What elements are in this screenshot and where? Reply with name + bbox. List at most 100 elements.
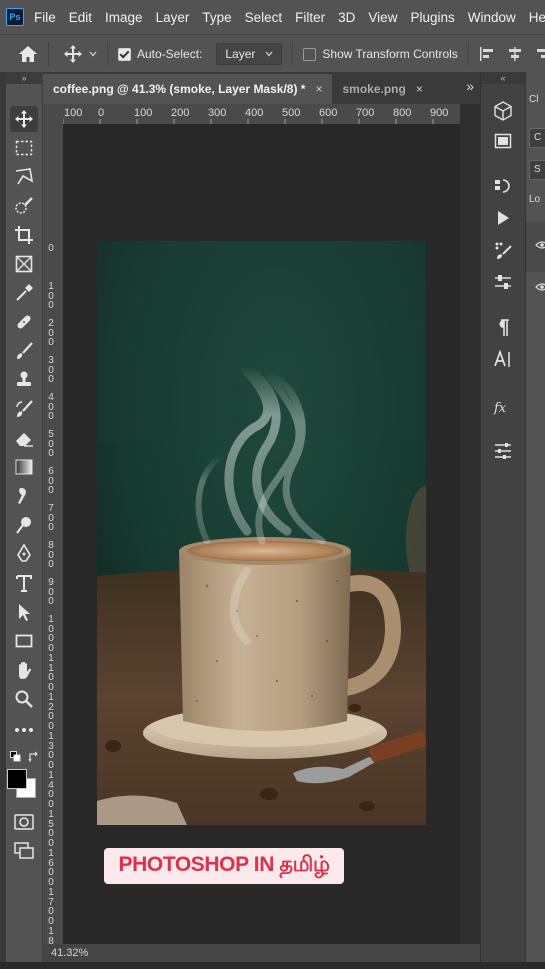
- pen-tool[interactable]: [10, 541, 38, 567]
- photoshop-logo-icon[interactable]: Ps: [6, 8, 24, 26]
- channels-panel-button[interactable]: [489, 128, 517, 154]
- menu-layer[interactable]: Layer: [156, 10, 190, 25]
- coffee-image[interactable]: [97, 241, 426, 825]
- coffee-cup-photo: [97, 241, 426, 825]
- menu-type[interactable]: Type: [202, 10, 231, 25]
- ruler-tick-label: 2 0 0: [48, 318, 54, 348]
- marquee-tool[interactable]: [10, 135, 38, 161]
- close-icon[interactable]: ×: [315, 82, 322, 96]
- quick-selection-tool[interactable]: [10, 193, 38, 219]
- tab-title: coffee.png @ 41.3% (smoke, Layer Mask/8)…: [53, 82, 306, 96]
- ruler-origin[interactable]: [43, 104, 63, 124]
- menu-filter[interactable]: Filter: [295, 10, 325, 25]
- adjustments-panel-button[interactable]: [489, 438, 517, 464]
- tab-coffee[interactable]: coffee.png @ 41.3% (smoke, Layer Mask/8)…: [43, 74, 333, 104]
- menu-3d[interactable]: 3D: [338, 10, 355, 25]
- eraser-tool[interactable]: [10, 425, 38, 451]
- rectangle-icon: [15, 634, 33, 648]
- horizontal-ruler[interactable]: 100 0 100 200 300 400 500 600 700 800 90…: [63, 104, 460, 125]
- menu-edit[interactable]: Edit: [69, 10, 92, 25]
- close-icon[interactable]: ×: [416, 82, 423, 96]
- smudge-tool[interactable]: [10, 483, 38, 509]
- layer-row[interactable]: [526, 222, 545, 272]
- panel-search-field[interactable]: C: [529, 128, 545, 148]
- tools-panel: »: [6, 72, 43, 969]
- layer-row[interactable]: [526, 272, 545, 302]
- menu-help[interactable]: Help: [529, 10, 545, 25]
- menu-plugins[interactable]: Plugins: [410, 10, 454, 25]
- crop-tool[interactable]: [10, 222, 38, 248]
- character-icon: [494, 350, 510, 367]
- polygonal-lasso-icon: [15, 168, 34, 185]
- home-button[interactable]: [18, 45, 38, 63]
- menu-file[interactable]: File: [34, 10, 56, 25]
- move-tool-preset[interactable]: [63, 44, 97, 64]
- auto-select-target-dropdown[interactable]: Layer: [216, 43, 283, 65]
- default-colors-icon[interactable]: [10, 750, 22, 768]
- character-panel-button[interactable]: [489, 346, 517, 372]
- swap-colors-icon[interactable]: [28, 750, 40, 768]
- layers-panel: Cl C S Lo: [525, 72, 545, 969]
- dodge-tool[interactable]: [10, 512, 38, 538]
- quick-mask-button[interactable]: [10, 809, 38, 835]
- quick-selection-icon: [15, 197, 33, 214]
- history-brush-tool[interactable]: [10, 396, 38, 422]
- auto-select-checkbox[interactable]: [118, 47, 131, 61]
- lasso-tool[interactable]: [10, 164, 38, 190]
- history-brush-icon: [16, 400, 33, 417]
- screen-mode-button[interactable]: [10, 838, 38, 864]
- align-center-icon[interactable]: [507, 46, 523, 62]
- rectangle-tool[interactable]: [10, 628, 38, 654]
- gradient-tool[interactable]: [10, 454, 38, 480]
- ruler-tick-label: 9 0 0: [48, 577, 54, 607]
- hand-tool[interactable]: [10, 657, 38, 683]
- menu-window[interactable]: Window: [468, 10, 516, 25]
- zoom-tool[interactable]: [10, 686, 38, 712]
- chevron-down-icon: [265, 51, 273, 57]
- ruler-tick-label: 5 0 0: [48, 429, 54, 459]
- move-tool[interactable]: [10, 106, 38, 132]
- ruler-tick-label: 1 4 0 0: [48, 770, 54, 810]
- actions-panel-button[interactable]: [489, 205, 517, 231]
- tabs-overflow-icon[interactable]: »: [466, 78, 474, 94]
- ruler-tick-label: 900: [430, 107, 449, 119]
- type-tool[interactable]: [10, 570, 38, 596]
- properties-panel-button[interactable]: [489, 269, 517, 295]
- blend-mode-dropdown[interactable]: S: [529, 160, 545, 180]
- align-left-icon[interactable]: [479, 46, 495, 62]
- edit-toolbar-button[interactable]: [10, 717, 38, 743]
- brush-icon: [17, 342, 33, 359]
- ruler-tick-label: 6 0 0: [48, 466, 54, 496]
- tab-smoke[interactable]: smoke.png ×: [332, 74, 433, 104]
- menu-select[interactable]: Select: [245, 10, 283, 25]
- eye-icon[interactable]: [535, 240, 545, 250]
- options-separator: [292, 42, 294, 66]
- menu-view[interactable]: View: [368, 10, 397, 25]
- ruler-tick-label: 500: [282, 107, 301, 119]
- cube-icon: [494, 101, 512, 121]
- styles-panel-button[interactable]: fx: [489, 394, 517, 420]
- show-transform-controls-checkbox[interactable]: [303, 47, 317, 61]
- zoom-level[interactable]: 41.32%: [51, 947, 88, 959]
- brushes-panel-button[interactable]: [489, 237, 517, 263]
- brush-tool[interactable]: [10, 338, 38, 364]
- collapse-panels-icon[interactable]: «: [481, 72, 525, 84]
- collapse-toolbar-icon[interactable]: »: [6, 72, 42, 84]
- frame-tool[interactable]: [10, 251, 38, 277]
- vertical-ruler[interactable]: 0 1 0 0 2 0 0 3 0 0 4 0 0 5 0 0 6 0 0 7 …: [43, 124, 64, 944]
- panel-tab-label[interactable]: Cl: [529, 94, 538, 105]
- menu-image[interactable]: Image: [105, 10, 143, 25]
- foreground-color-swatch[interactable]: [7, 769, 27, 789]
- path-selection-tool[interactable]: [10, 599, 38, 625]
- eyedropper-tool[interactable]: [10, 280, 38, 306]
- clone-stamp-tool[interactable]: [10, 367, 38, 393]
- pen-icon: [17, 544, 31, 562]
- eye-icon[interactable]: [535, 282, 545, 292]
- 3d-panel-button[interactable]: [489, 98, 517, 124]
- history-panel-button[interactable]: [489, 173, 517, 199]
- panel-icon-strip: « fx: [480, 72, 525, 969]
- paragraph-panel-button[interactable]: [489, 315, 517, 341]
- home-icon: [19, 46, 37, 62]
- healing-brush-tool[interactable]: [10, 309, 38, 335]
- align-right-icon[interactable]: [535, 46, 545, 62]
